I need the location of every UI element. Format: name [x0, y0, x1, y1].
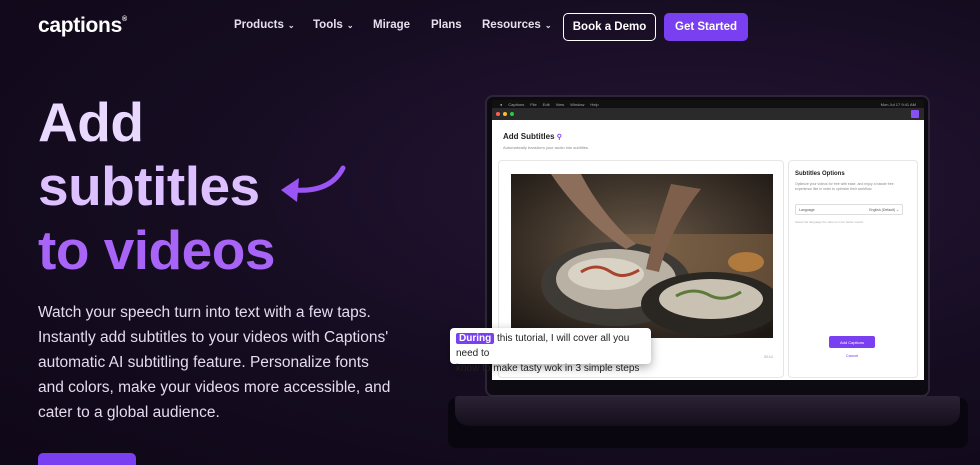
captions-logo[interactable]: captions®: [38, 14, 127, 38]
options-description: Optimize your videos for free with ease,…: [795, 182, 894, 191]
menubar-clock: Mon Jul 17 9:41 AM: [880, 101, 916, 107]
chevron-down-icon: ⌄: [287, 21, 295, 30]
nav-links: Products ⌄ Tools ⌄ Mirage Plans Resources ⌄: [234, 19, 552, 31]
language-select[interactable]: Language English (Default) ⌄: [795, 204, 903, 215]
close-window-icon[interactable]: [496, 112, 500, 116]
options-title: Subtitles Options: [795, 171, 845, 177]
maximize-window-icon[interactable]: [510, 112, 514, 116]
headline-line-2: subtitles: [38, 155, 260, 217]
cooking-video-image: [511, 174, 773, 338]
subtitles-options-panel: Subtitles Options Optimize your videos f…: [788, 160, 918, 378]
minimize-window-icon[interactable]: [503, 112, 507, 116]
hero-description: Watch your speech turn into text with a …: [38, 304, 391, 421]
nav-mirage[interactable]: Mirage: [373, 19, 431, 31]
language-note: Select the language the video is in for …: [795, 220, 864, 224]
curved-arrow-icon: [281, 165, 346, 202]
caption-overlay: During this tutorial, I will cover all y…: [450, 328, 651, 374]
search-icon: ⚲: [556, 134, 562, 141]
chevron-down-icon: ⌄: [544, 21, 552, 30]
chevron-down-icon: ⌄: [896, 207, 899, 212]
trademark-mark: ®: [121, 16, 127, 23]
nav-resources[interactable]: Resources ⌄: [482, 19, 552, 31]
add-captions-button[interactable]: Add Captions: [829, 336, 875, 348]
get-started-button[interactable]: Get Started: [664, 13, 748, 41]
hero-headline: Add subtitles to videos: [38, 90, 275, 282]
window-titlebar: [492, 108, 924, 120]
book-demo-button[interactable]: Book a Demo: [563, 13, 656, 41]
nav-tools[interactable]: Tools ⌄: [313, 19, 373, 31]
nav-plans[interactable]: Plans: [431, 19, 482, 31]
hero-cta-button[interactable]: [38, 453, 136, 465]
caption-line-2: know to make tasty wok in 3 simple steps: [456, 363, 640, 374]
captions-app-icon: [911, 110, 919, 118]
chevron-down-icon: ⌄: [346, 21, 354, 30]
apple-icon: ●: [500, 101, 503, 107]
headline-line-1: Add: [38, 91, 144, 153]
video-preview[interactable]: [511, 174, 773, 338]
headline-line-3: to videos: [38, 219, 275, 281]
cancel-link[interactable]: Cancel: [829, 353, 875, 358]
app-page-title: Add Subtitles ⚲: [503, 132, 562, 141]
top-nav: captions® Products ⌄ Tools ⌄ Mirage Plans …: [0, 0, 980, 52]
mac-menubar: ● Captions File Edit View Window Help Mo…: [492, 100, 924, 108]
nav-products[interactable]: Products ⌄: [234, 19, 313, 31]
video-timecode: 00:14: [764, 355, 773, 359]
caption-highlight-word: During: [456, 333, 495, 344]
app-page-subtitle: Automatically transform your audio into …: [503, 145, 590, 150]
laptop-base: [455, 396, 960, 426]
